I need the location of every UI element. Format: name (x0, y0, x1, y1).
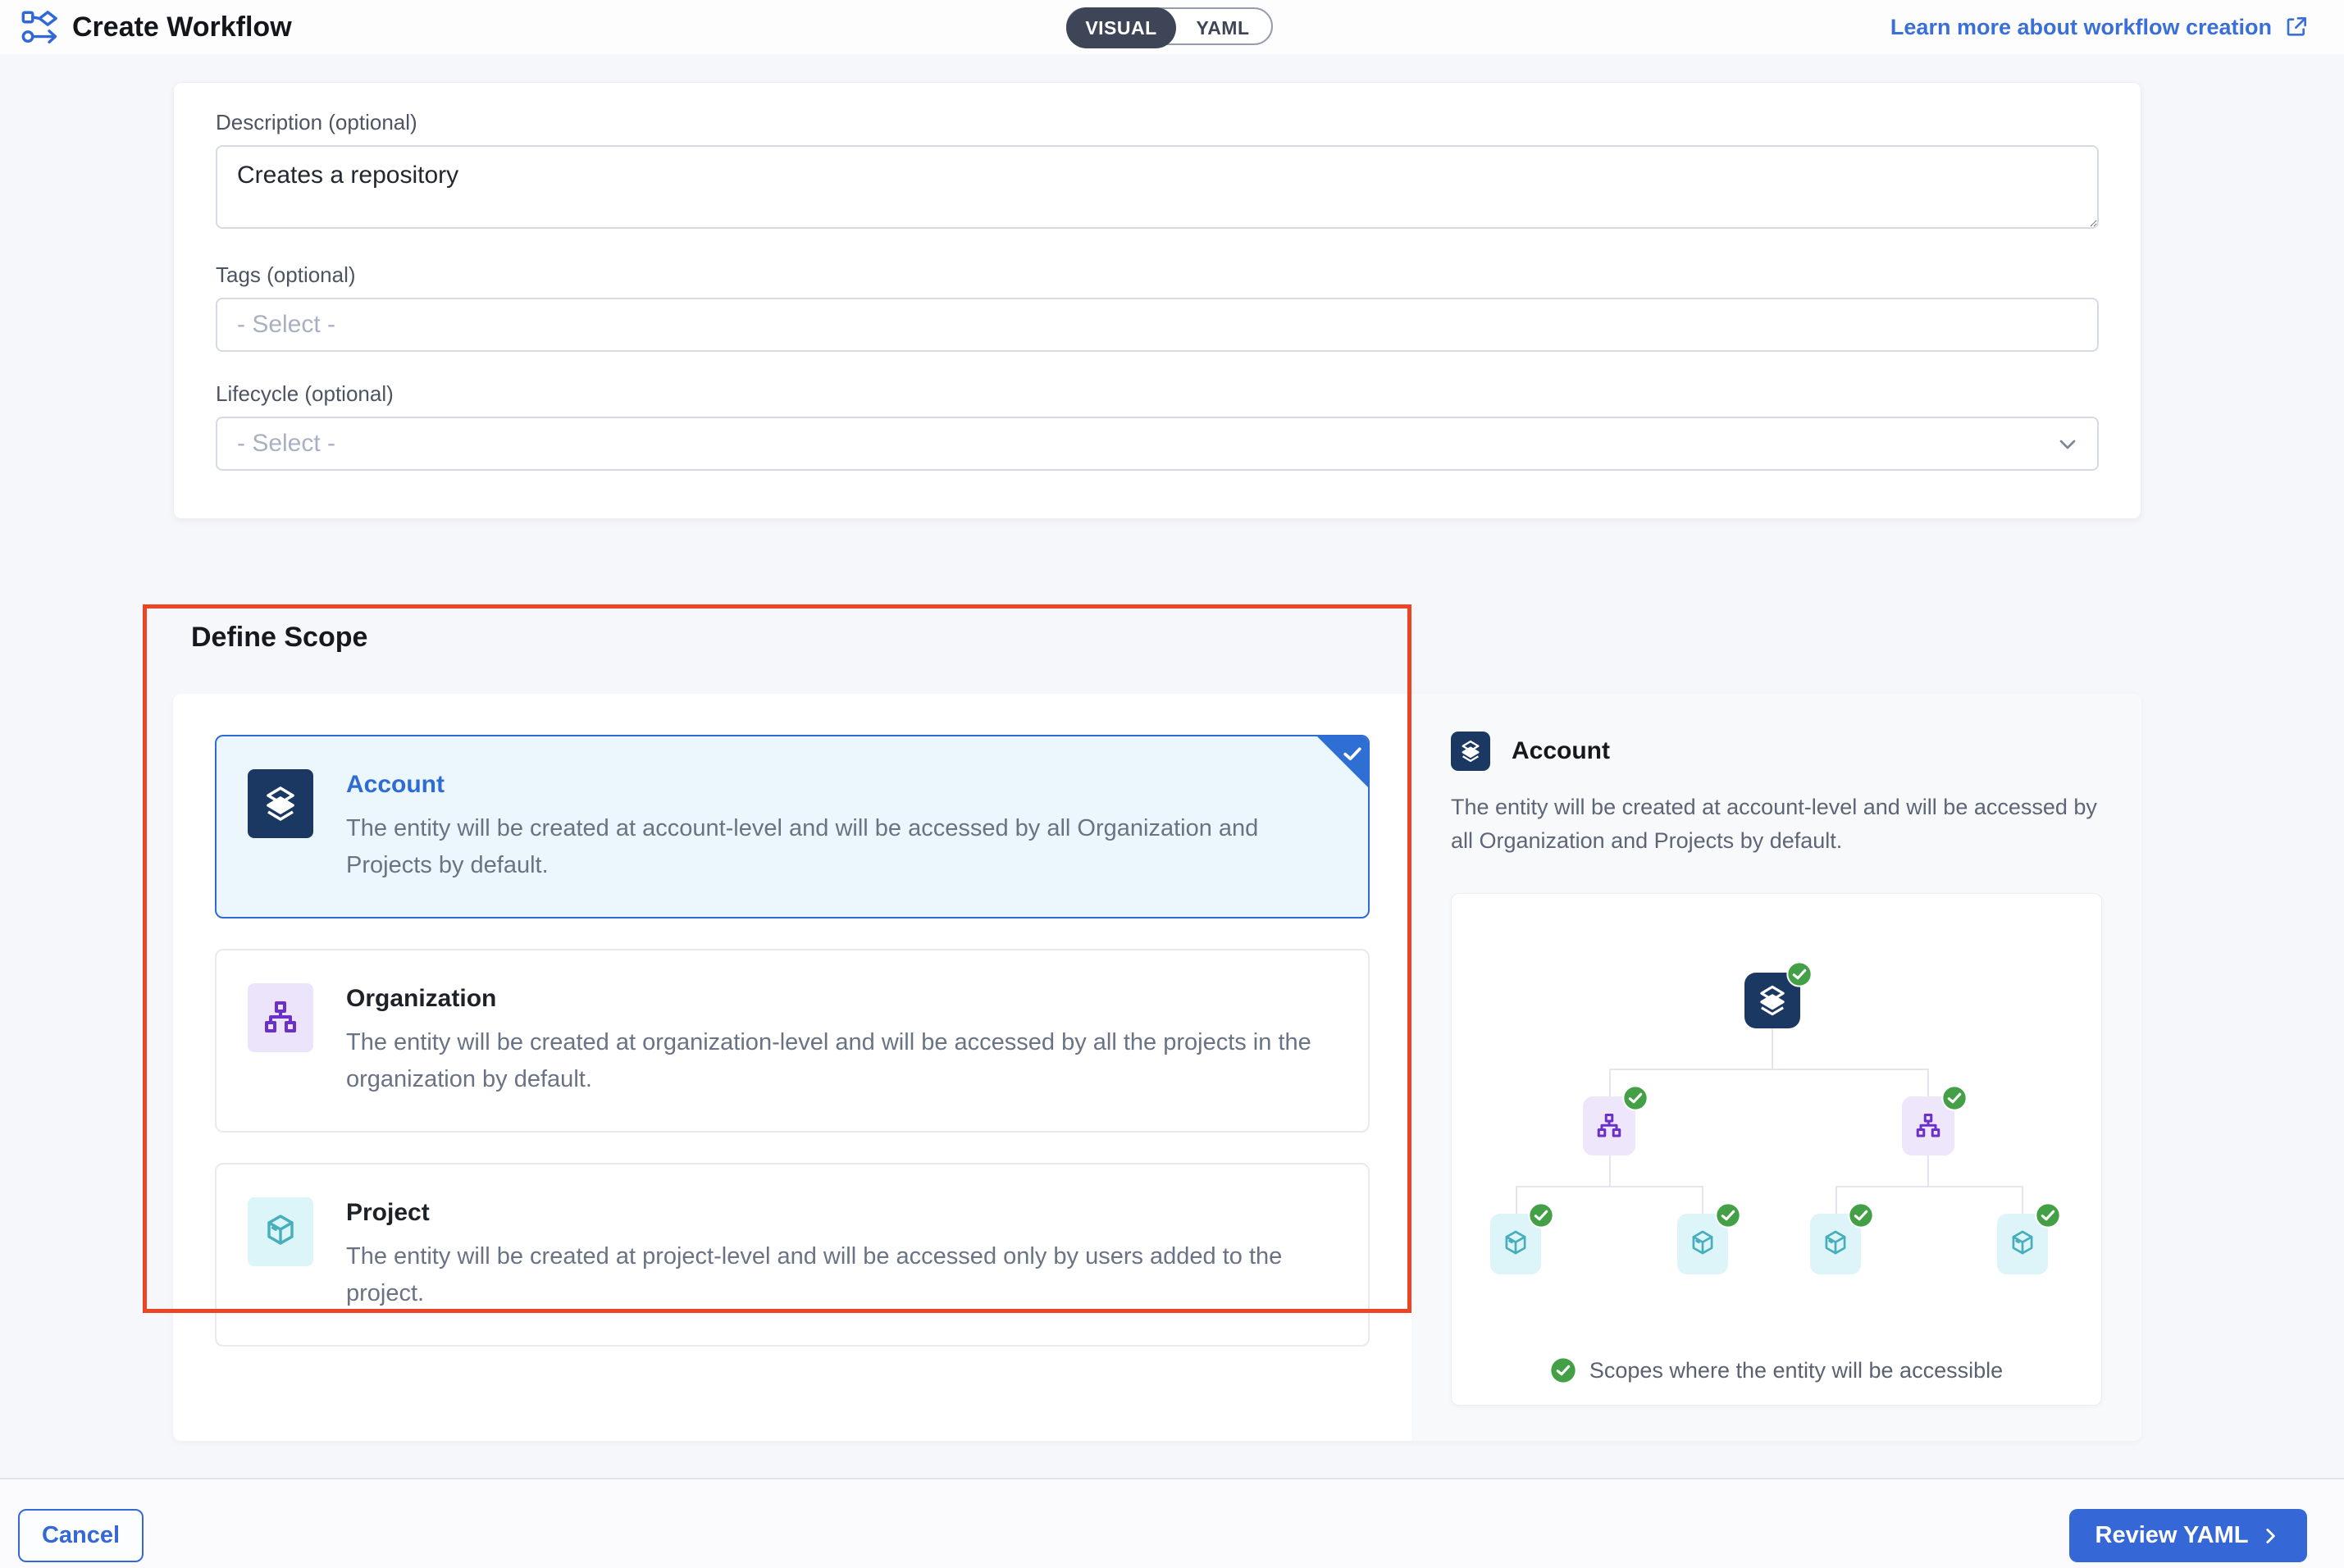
cancel-button[interactable]: Cancel (18, 1509, 144, 1562)
check-badge-icon (1622, 1085, 1649, 1111)
scope-card-description: The entity will be created at account-le… (346, 810, 1332, 884)
tree-connector (1927, 1069, 1929, 1096)
tree-connector (1772, 1028, 1773, 1069)
account-tile (248, 769, 313, 838)
scope-card-project[interactable]: Project The entity will be created at pr… (215, 1163, 1370, 1347)
check-badge-icon (1715, 1202, 1741, 1228)
external-link-icon (2283, 14, 2310, 40)
tags-input[interactable] (216, 298, 2099, 352)
tree-connector (2022, 1186, 2023, 1214)
workflow-details-card: Description (optional) Creates a reposit… (173, 82, 2141, 519)
tree-legend: Scopes where the entity will be accessib… (1452, 1357, 2101, 1383)
tree-connector (1609, 1069, 1929, 1070)
lifecycle-select[interactable] (216, 417, 2099, 471)
account-layers-icon (1755, 983, 1790, 1018)
scope-tree-diagram: Scopes where the entity will be accessib… (1451, 893, 2102, 1406)
organization-hierarchy-icon (1594, 1111, 1624, 1141)
preview-account-tile (1451, 732, 1490, 771)
tree-connector (1836, 1186, 1837, 1214)
project-cube-icon (1820, 1228, 1851, 1260)
tree-connector (1927, 1155, 1929, 1186)
page-footer: Cancel Review YAML (0, 1478, 2344, 1568)
check-badge-icon (1941, 1085, 1968, 1111)
tree-connector (1516, 1186, 1517, 1214)
description-textarea[interactable]: Creates a repository (216, 145, 2099, 229)
check-badge-icon (2035, 1202, 2061, 1228)
check-badge-icon (1528, 1202, 1554, 1228)
project-cube-icon (1500, 1228, 1531, 1260)
scope-card-organization[interactable]: Organization The entity will be created … (215, 949, 1370, 1133)
chevron-right-icon (2260, 1525, 2281, 1547)
account-layers-icon (1458, 739, 1483, 763)
scope-card-description: The entity will be created at project-le… (346, 1238, 1332, 1312)
check-badge-icon (1848, 1202, 1874, 1228)
learn-more-label: Learn more about workflow creation (1890, 15, 2272, 40)
page-title: Create Workflow (72, 0, 292, 54)
tree-connector (1516, 1186, 1703, 1187)
legend-text: Scopes where the entity will be accessib… (1589, 1358, 2003, 1383)
organization-hierarchy-icon (1913, 1111, 1943, 1141)
scope-preview-panel: Account The entity will be created at ac… (1411, 694, 2141, 1441)
preview-title: Account (1512, 737, 1610, 765)
scope-card-title: Project (346, 1199, 1332, 1227)
page-header: Create Workflow VISUAL YAML Learn more a… (0, 0, 2344, 54)
tree-connector (1836, 1186, 2022, 1187)
description-label: Description (optional) (216, 110, 2099, 135)
tree-connector (1702, 1186, 1703, 1214)
review-yaml-button[interactable]: Review YAML (2069, 1509, 2307, 1562)
toggle-visual[interactable]: VISUAL (1066, 7, 1176, 48)
check-badge-icon (1550, 1357, 1576, 1383)
create-workflow-page: Create Workflow VISUAL YAML Learn more a… (0, 0, 2344, 1568)
check-badge-icon (1786, 961, 1813, 987)
check-icon (1340, 741, 1365, 766)
project-cube-icon (2007, 1228, 2038, 1260)
scope-card-title: Organization (346, 985, 1332, 1013)
lifecycle-label: Lifecycle (optional) (216, 381, 2099, 407)
review-yaml-label: Review YAML (2095, 1522, 2249, 1549)
scope-card-account[interactable]: Account The entity will be created at ac… (215, 735, 1370, 918)
define-scope-heading: Define Scope (191, 622, 367, 654)
scope-card-title: Account (346, 771, 1332, 799)
preview-description: The entity will be created at account-le… (1451, 791, 2102, 857)
visual-yaml-toggle[interactable]: VISUAL YAML (1066, 7, 1273, 45)
toggle-yaml[interactable]: YAML (1174, 9, 1271, 47)
scope-card-description: The entity will be created at organizati… (346, 1024, 1332, 1098)
account-layers-icon (261, 784, 300, 823)
define-scope-section: Account The entity will be created at ac… (173, 694, 2141, 1441)
project-cube-icon (1687, 1228, 1718, 1260)
tree-connector (1609, 1155, 1611, 1186)
learn-more-link[interactable]: Learn more about workflow creation (1890, 0, 2310, 54)
organization-hierarchy-icon (261, 998, 300, 1037)
selected-corner-badge (1317, 736, 1368, 787)
tags-label: Tags (optional) (216, 262, 2099, 288)
project-tile (248, 1197, 313, 1266)
scope-options-panel: Account The entity will be created at ac… (173, 694, 1411, 1441)
organization-tile (248, 983, 313, 1052)
tree-connector (1609, 1069, 1611, 1096)
project-cube-icon (261, 1212, 300, 1251)
workflow-icon (21, 10, 59, 46)
